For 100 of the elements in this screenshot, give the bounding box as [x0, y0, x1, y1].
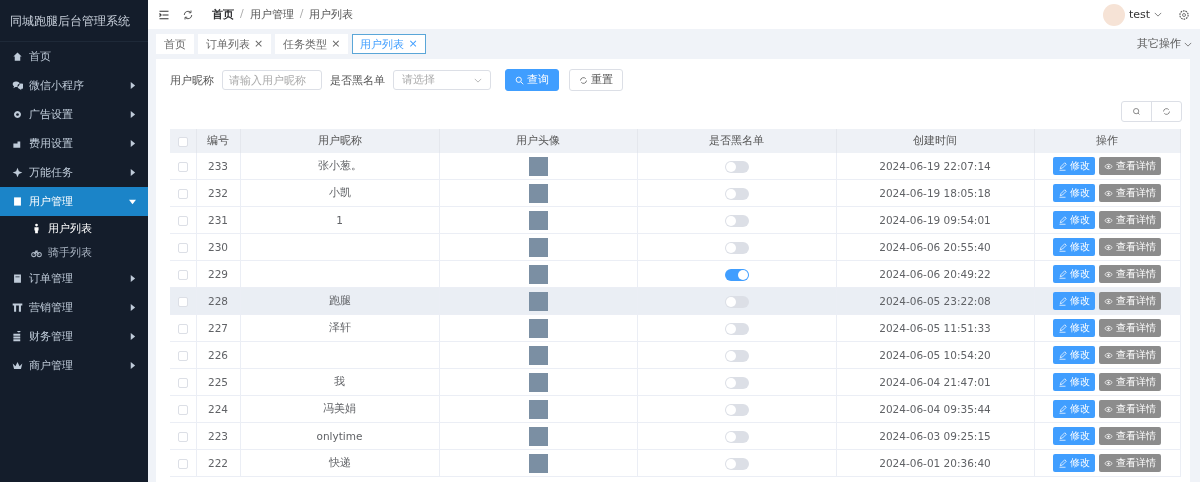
- tab[interactable]: 订单列表 ×: [198, 34, 272, 54]
- edit-button[interactable]: 修改: [1053, 265, 1095, 283]
- view-details-button[interactable]: 查看详情: [1099, 265, 1161, 283]
- column-header: 编号: [196, 129, 240, 153]
- pencil-icon: [1058, 404, 1067, 414]
- other-actions-dropdown[interactable]: 其它操作: [1137, 37, 1192, 51]
- toggle-switch[interactable]: [724, 403, 749, 416]
- edit-button[interactable]: 修改: [1053, 211, 1095, 229]
- row-checkbox[interactable]: [177, 216, 188, 226]
- pencil-icon: [1058, 188, 1067, 198]
- column-header: 创建时间: [836, 129, 1034, 153]
- row-checkbox[interactable]: [177, 162, 188, 172]
- edit-button[interactable]: 修改: [1053, 400, 1095, 418]
- view-details-button[interactable]: 查看详情: [1099, 427, 1161, 445]
- tab[interactable]: 用户列表 ×: [352, 34, 426, 54]
- toggle-switch[interactable]: [724, 430, 749, 443]
- row-checkbox[interactable]: [177, 378, 188, 388]
- menu-item[interactable]: 费用设置: [0, 129, 148, 158]
- column-header: 用户昵称: [240, 129, 439, 153]
- eye-icon: [1104, 323, 1113, 333]
- edit-button[interactable]: 修改: [1053, 238, 1095, 256]
- table-cell: 快递: [240, 449, 439, 477]
- search-button[interactable]: 查询: [505, 69, 559, 91]
- eye-icon: [1104, 377, 1113, 387]
- blacklist-select[interactable]: 请选择: [393, 70, 491, 90]
- menu-item[interactable]: 财务管理: [0, 322, 148, 351]
- menu-item[interactable]: 商户管理: [0, 351, 148, 380]
- breadcrumb-item[interactable]: 首页: [212, 7, 234, 22]
- menu-item[interactable]: 用户管理: [0, 187, 148, 216]
- breadcrumb-item[interactable]: 用户列表: [309, 7, 354, 22]
- tab[interactable]: 首页: [156, 34, 194, 54]
- table-cell: 2024-06-05 23:22:08: [836, 287, 1034, 315]
- row-checkbox[interactable]: [177, 324, 188, 334]
- menu-item[interactable]: 万能任务: [0, 158, 148, 187]
- toggle-switch[interactable]: [724, 241, 749, 254]
- close-icon[interactable]: ×: [331, 35, 341, 53]
- view-details-button[interactable]: 查看详情: [1099, 373, 1161, 391]
- view-details-button[interactable]: 查看详情: [1099, 454, 1161, 472]
- toggle-switch[interactable]: [724, 376, 749, 389]
- toggle-switch[interactable]: [724, 295, 749, 308]
- user-menu[interactable]: test: [1128, 8, 1150, 21]
- refresh-icon[interactable]: [182, 8, 194, 21]
- edit-button[interactable]: 修改: [1053, 184, 1095, 202]
- toggle-switch[interactable]: [724, 457, 749, 470]
- edit-button[interactable]: 修改: [1053, 319, 1095, 337]
- edit-button[interactable]: 修改: [1053, 157, 1095, 175]
- breadcrumb-item[interactable]: 用户管理: [249, 7, 294, 22]
- view-details-button[interactable]: 查看详情: [1099, 400, 1161, 418]
- edit-button[interactable]: 修改: [1053, 373, 1095, 391]
- edit-button[interactable]: 修改: [1053, 427, 1095, 445]
- coins-icon: [12, 331, 23, 342]
- menu-item[interactable]: 广告设置: [0, 100, 148, 129]
- row-checkbox[interactable]: [177, 351, 188, 361]
- edit-button[interactable]: 修改: [1053, 346, 1095, 364]
- submenu-item[interactable]: 骑手列表: [0, 240, 148, 264]
- edit-button[interactable]: 修改: [1053, 454, 1095, 472]
- toggle-switch[interactable]: [724, 268, 749, 281]
- view-details-button[interactable]: 查看详情: [1099, 211, 1161, 229]
- menu-item[interactable]: 订单管理: [0, 264, 148, 293]
- tab[interactable]: 任务类型 ×: [275, 34, 349, 54]
- reset-button[interactable]: 重置: [569, 69, 623, 91]
- caret-icon: [129, 82, 136, 89]
- table-cell: 张小葱。: [240, 153, 439, 180]
- row-checkbox[interactable]: [177, 459, 188, 469]
- row-checkbox[interactable]: [177, 432, 188, 442]
- row-checkbox[interactable]: [177, 243, 188, 253]
- menu-item[interactable]: 营销管理: [0, 293, 148, 322]
- view-details-button[interactable]: 查看详情: [1099, 292, 1161, 310]
- close-icon[interactable]: ×: [254, 35, 264, 53]
- photo-placeholder: [528, 399, 548, 419]
- menu-item[interactable]: 首页: [0, 42, 148, 71]
- close-icon[interactable]: ×: [408, 35, 418, 53]
- toggle-switch[interactable]: [724, 214, 749, 227]
- view-details-button[interactable]: 查看详情: [1099, 157, 1161, 175]
- toggle-switch[interactable]: [724, 322, 749, 335]
- toggle-switch[interactable]: [724, 187, 749, 200]
- settings-icon[interactable]: [1178, 8, 1190, 21]
- row-checkbox[interactable]: [177, 405, 188, 415]
- submenu-item[interactable]: 用户列表: [0, 216, 148, 240]
- select-all-checkbox[interactable]: [177, 137, 188, 147]
- toggle-switch[interactable]: [724, 160, 749, 173]
- breadcrumb-separator: /: [240, 7, 244, 22]
- filter-label: 是否黑名单: [330, 72, 385, 88]
- nickname-input-field[interactable]: 请输入用户昵称: [222, 70, 322, 90]
- avatar-icon[interactable]: [1102, 3, 1125, 26]
- view-details-button[interactable]: 查看详情: [1099, 319, 1161, 337]
- table-cell: 1: [240, 206, 439, 234]
- view-details-button[interactable]: 查看详情: [1099, 346, 1161, 364]
- row-checkbox[interactable]: [177, 270, 188, 280]
- table-cell: 我: [240, 368, 439, 396]
- menu-icon[interactable]: [158, 8, 170, 21]
- column-header: 操作: [1034, 129, 1180, 153]
- edit-button[interactable]: 修改: [1053, 292, 1095, 310]
- view-details-button[interactable]: 查看详情: [1099, 184, 1161, 202]
- menu-item[interactable]: 微信小程序: [0, 71, 148, 100]
- view-details-button[interactable]: 查看详情: [1099, 238, 1161, 256]
- toggle-switch[interactable]: [724, 349, 749, 362]
- row-checkbox[interactable]: [177, 189, 188, 199]
- table-cell: 2024-06-19 18:05:18: [836, 179, 1034, 207]
- row-checkbox[interactable]: [177, 297, 188, 307]
